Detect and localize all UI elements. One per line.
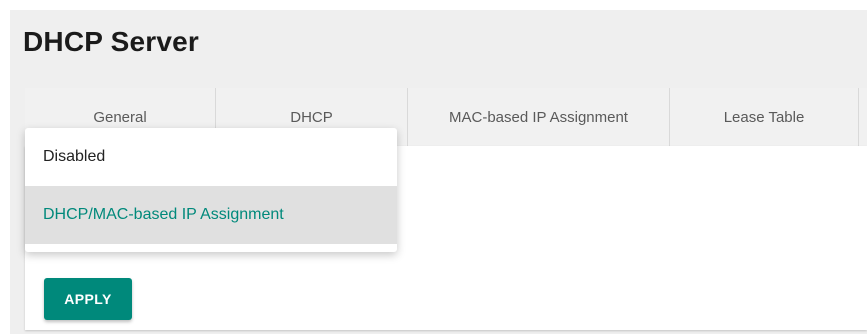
dhcp-server-page: DHCP Server General DHCP MAC-based IP As… (10, 10, 867, 334)
dropdown-option-dhcp-mac-based-ip-assignment[interactable]: DHCP/MAC-based IP Assignment (25, 186, 397, 244)
dropdown-option-disabled[interactable]: Disabled (25, 128, 397, 186)
tab-lease-table[interactable]: Lease Table (670, 88, 859, 146)
page-title: DHCP Server (23, 26, 199, 57)
dhcp-mode-dropdown-menu: Disabled DHCP/MAC-based IP Assignment (25, 128, 397, 252)
tab-mac-based-ip-assignment[interactable]: MAC-based IP Assignment (408, 88, 670, 146)
apply-button[interactable]: APPLY (44, 278, 132, 320)
